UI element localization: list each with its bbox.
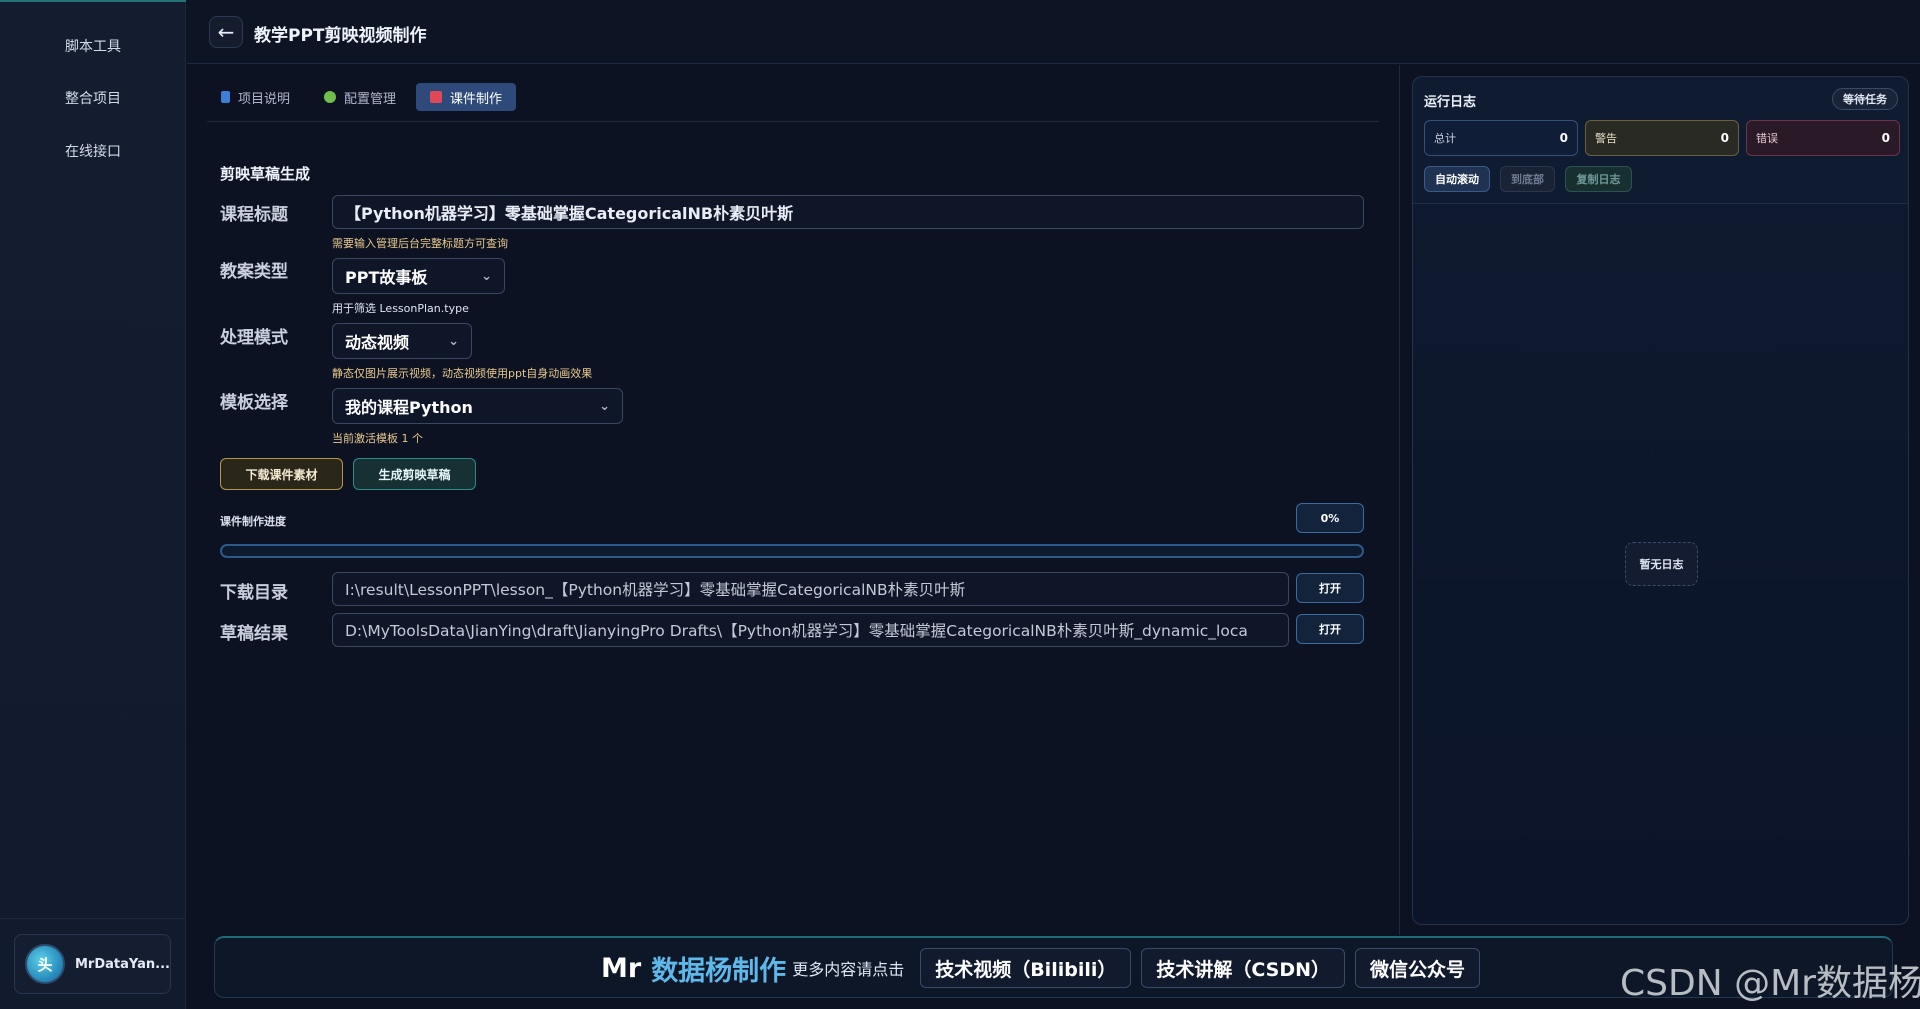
mode-select[interactable]: 动态视频 ⌄ (332, 323, 472, 359)
lesson-type-select[interactable]: PPT故事板 ⌄ (332, 258, 505, 294)
template-value: 我的课程Python (345, 398, 473, 417)
course-title-hint: 需要输入管理后台完整标题方可查询 (332, 237, 508, 250)
tab-label: 配置管理 (344, 91, 397, 107)
footer-link-wechat[interactable]: 微信公众号 (1355, 948, 1481, 988)
book-icon (221, 91, 230, 103)
watermark: CSDN @Mr数据杨 (1620, 963, 1920, 1004)
tab-label: 项目说明 (238, 91, 291, 107)
chevron-down-icon: ⌄ (599, 398, 610, 414)
avatar: 头 (25, 944, 65, 984)
tabs-divider (207, 121, 1379, 122)
footer-link-csdn[interactable]: 技术讲解（CSDN） (1141, 948, 1346, 988)
generate-draft-button[interactable]: 生成剪映草稿 (353, 458, 476, 490)
brand-name: 数据杨制作 (651, 955, 787, 987)
lesson-type-label: 教案类型 (220, 262, 288, 282)
progress-label: 课件制作进度 (220, 515, 286, 528)
empty-log-placeholder: 暂无日志 (1625, 542, 1698, 586)
copy-log-button[interactable]: 复制日志 (1565, 166, 1632, 192)
stat-error: 错误 0 (1746, 120, 1900, 156)
course-title-label: 课程标题 (220, 205, 288, 225)
stat-error-value: 0 (1881, 131, 1890, 145)
tab-bar: 项目说明 配置管理 课件制作 (207, 83, 517, 111)
tab-courseware[interactable]: 课件制作 (416, 83, 517, 111)
template-hint: 当前激活模板 1 个 (332, 432, 423, 445)
open-draft-result-button[interactable]: 打开 (1296, 614, 1364, 644)
slides-icon (430, 91, 443, 103)
stat-warning: 警告 0 (1585, 120, 1739, 156)
sidebar-accent-line (0, 0, 186, 2)
panel-divider (1399, 65, 1400, 935)
tab-project-info[interactable]: 项目说明 (207, 83, 304, 111)
gear-icon (324, 91, 337, 103)
stat-total-value: 0 (1559, 131, 1568, 145)
draft-result-label: 草稿结果 (220, 624, 288, 644)
main-content: 项目说明 配置管理 课件制作 剪映草稿生成 课程标题 【Python机器学习】零… (187, 65, 1399, 935)
log-title: 运行日志 (1424, 95, 1477, 110)
stat-total: 总计 0 (1424, 120, 1578, 156)
status-badge: 等待任务 (1832, 88, 1898, 110)
download-dir-label: 下载目录 (220, 583, 288, 603)
progress-percent: 0% (1296, 503, 1364, 533)
back-button[interactable]: ← (209, 16, 243, 48)
sidebar: 脚本工具 整合项目 在线接口 头 MrDataYan... (0, 0, 186, 1009)
mode-value: 动态视频 (345, 333, 410, 352)
progress-bar (220, 544, 1364, 558)
stat-warning-label: 警告 (1595, 132, 1617, 145)
user-name: MrDataYan... (75, 956, 170, 972)
course-title-input[interactable]: 【Python机器学习】零基础掌握CategoricalNB朴素贝叶斯 (332, 195, 1364, 229)
brand-prefix: Mr (601, 952, 642, 984)
sidebar-divider (0, 918, 186, 919)
stat-warning-value: 0 (1720, 131, 1729, 145)
section-title: 剪映草稿生成 (220, 165, 311, 183)
open-download-dir-button[interactable]: 打开 (1296, 573, 1364, 603)
sidebar-item-online-api[interactable]: 在线接口 (0, 133, 186, 169)
page-title: 教学PPT剪映视频制作 (254, 26, 427, 46)
download-dir-field[interactable]: I:\result\LessonPPT\lesson_【Python机器学习】零… (332, 572, 1289, 606)
chevron-down-icon: ⌄ (481, 268, 492, 284)
header: ← 教学PPT剪映视频制作 (187, 0, 1920, 64)
sidebar-item-integrated-projects[interactable]: 整合项目 (0, 80, 186, 116)
log-header: 运行日志 等待任务 总计 0 警告 0 错误 0 自动滚动 到底部 复制日志 (1413, 77, 1908, 204)
chevron-down-icon: ⌄ (448, 333, 459, 349)
lesson-type-hint: 用于筛选 LessonPlan.type (332, 302, 469, 315)
template-select[interactable]: 我的课程Python ⌄ (332, 388, 623, 424)
mode-label: 处理模式 (220, 328, 288, 348)
download-materials-button[interactable]: 下载课件素材 (220, 458, 343, 490)
log-panel: 运行日志 等待任务 总计 0 警告 0 错误 0 自动滚动 到底部 复制日志 暂… (1412, 76, 1909, 925)
auto-scroll-button[interactable]: 自动滚动 (1424, 166, 1490, 192)
tab-config[interactable]: 配置管理 (310, 83, 410, 111)
sidebar-item-script-tools[interactable]: 脚本工具 (0, 28, 186, 64)
user-card[interactable]: 头 MrDataYan... (14, 934, 171, 994)
back-arrow-icon: ← (217, 20, 235, 44)
footer-link-bilibili[interactable]: 技术视频（Bilibili） (920, 948, 1132, 988)
draft-result-field[interactable]: D:\MyToolsData\JianYing\draft\JianyingPr… (332, 613, 1289, 647)
tab-label: 课件制作 (450, 91, 503, 107)
template-label: 模板选择 (220, 393, 288, 413)
lesson-type-value: PPT故事板 (345, 268, 428, 287)
stat-total-label: 总计 (1434, 132, 1456, 145)
stat-error-label: 错误 (1756, 132, 1778, 145)
scroll-bottom-button[interactable]: 到底部 (1500, 166, 1555, 192)
more-content-text: 更多内容请点击 (792, 960, 905, 979)
mode-hint: 静态仅图片展示视频，动态视频使用ppt自身动画效果 (332, 367, 593, 380)
footer-content: Mr 数据杨制作 更多内容请点击 技术视频（Bilibili） 技术讲解（CSD… (601, 947, 1490, 989)
